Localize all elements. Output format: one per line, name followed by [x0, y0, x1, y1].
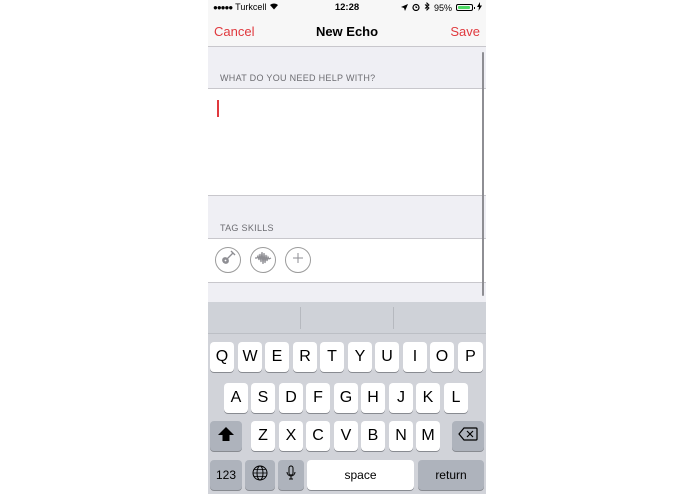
shift-key[interactable]	[210, 421, 242, 451]
key-h[interactable]: H	[361, 383, 385, 413]
key-r[interactable]: R	[293, 342, 317, 372]
skills-section-header: TAG SKILLS	[220, 223, 274, 233]
key-i[interactable]: I	[403, 342, 427, 372]
waveform-icon	[254, 251, 272, 270]
key-z[interactable]: Z	[251, 421, 275, 451]
key-j[interactable]: J	[389, 383, 413, 413]
key-e[interactable]: E	[265, 342, 289, 372]
alarm-icon	[412, 3, 420, 13]
battery-percentage: 95%	[433, 2, 452, 13]
key-c[interactable]: C	[306, 421, 330, 451]
save-button[interactable]: Save	[450, 24, 480, 39]
guitar-skill-button[interactable]	[215, 247, 241, 273]
space-key[interactable]: space	[307, 460, 414, 490]
battery-icon	[456, 4, 475, 11]
predictive-text-bar[interactable]	[208, 302, 486, 334]
cancel-button[interactable]: Cancel	[214, 24, 254, 39]
key-p[interactable]: P	[458, 342, 483, 372]
delete-key[interactable]	[452, 421, 484, 451]
key-w[interactable]: W	[238, 342, 262, 372]
key-x[interactable]: X	[279, 421, 303, 451]
key-l[interactable]: L	[444, 383, 468, 413]
guitar-icon	[220, 250, 236, 271]
key-a[interactable]: A	[224, 383, 248, 413]
numbers-key[interactable]: 123	[210, 460, 242, 490]
key-s[interactable]: S	[251, 383, 275, 413]
return-key[interactable]: return	[418, 460, 484, 490]
status-bar: ●●●●● Turkcell 12:28 95%	[208, 0, 486, 14]
globe-key[interactable]	[245, 460, 275, 490]
navigation-bar: Cancel New Echo Save	[208, 14, 486, 47]
key-y[interactable]: Y	[348, 342, 372, 372]
shift-arrow-icon	[217, 426, 235, 447]
key-u[interactable]: U	[375, 342, 399, 372]
location-arrow-icon	[400, 3, 408, 13]
key-v[interactable]: V	[334, 421, 358, 451]
audio-skill-button[interactable]	[250, 247, 276, 273]
globe-icon	[252, 465, 268, 486]
skills-row	[208, 238, 486, 283]
key-b[interactable]: B	[361, 421, 385, 451]
key-g[interactable]: G	[334, 383, 358, 413]
help-section-header: WHAT DO YOU NEED HELP WITH?	[220, 73, 376, 83]
key-f[interactable]: F	[306, 383, 330, 413]
backspace-icon	[458, 426, 478, 446]
text-cursor	[217, 100, 219, 117]
microphone-icon	[286, 465, 296, 486]
key-m[interactable]: M	[416, 421, 440, 451]
key-k[interactable]: K	[416, 383, 440, 413]
phone-screen: ●●●●● Turkcell 12:28 95% Cancel New Echo…	[208, 0, 486, 494]
charging-bolt-icon	[477, 2, 482, 13]
key-o[interactable]: O	[430, 342, 454, 372]
scroll-indicator[interactable]	[481, 52, 484, 296]
bluetooth-icon	[424, 1, 430, 13]
help-text-input[interactable]	[208, 88, 486, 196]
key-n[interactable]: N	[389, 421, 413, 451]
keyboard: Q W E R T Y U I O P A S D F G H J K L Z …	[208, 302, 486, 494]
dictation-key[interactable]	[278, 460, 304, 490]
key-t[interactable]: T	[320, 342, 344, 372]
plus-icon	[292, 251, 304, 269]
key-q[interactable]: Q	[210, 342, 234, 372]
key-d[interactable]: D	[279, 383, 303, 413]
add-skill-button[interactable]	[285, 247, 311, 273]
battery-level-fill	[458, 6, 471, 9]
